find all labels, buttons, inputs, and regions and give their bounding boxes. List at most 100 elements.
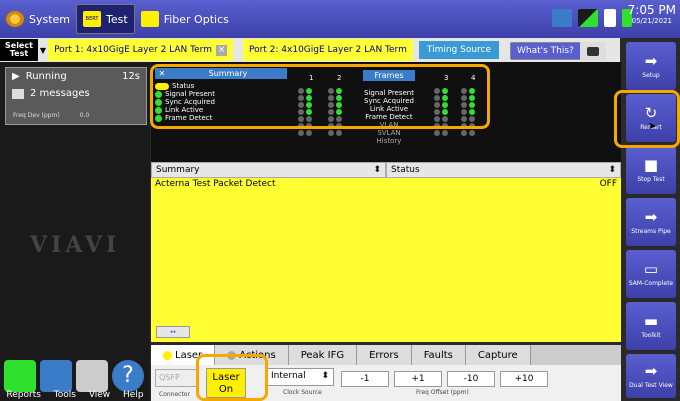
streams-pipe-button[interactable]: ➡ Streams Pipe	[626, 198, 676, 246]
help-label[interactable]: Help	[123, 390, 144, 400]
laser-dot-icon	[163, 350, 172, 360]
arrow-right-icon: ➡	[644, 207, 658, 226]
row-label: Acterna Test Packet Detect	[155, 179, 276, 189]
toolbox-icon: ▬	[643, 311, 659, 330]
led-icon	[306, 130, 312, 136]
frames-label: History	[376, 137, 402, 145]
network-icon[interactable]	[578, 9, 598, 27]
led-icon	[298, 130, 304, 136]
chevron-updown-icon: ⬍	[608, 165, 616, 175]
system-label: System	[29, 12, 71, 26]
tab-port2[interactable]: Port 2: 4x10GigE Layer 2 LAN Term	[242, 39, 413, 61]
status-dropdown[interactable]: Status ⬍	[386, 162, 621, 178]
viavi-logo: VIAVI	[30, 232, 121, 258]
tools-icon[interactable]	[40, 360, 72, 392]
clock-source-select[interactable]: Internal ⬍	[266, 368, 334, 386]
stop-test-button[interactable]: ■ Stop Test	[626, 146, 676, 194]
led-icon	[461, 130, 467, 136]
status-box[interactable]: ▶ Running 12s 2 messages Freq Dev (ppm) …	[5, 67, 147, 125]
summary-col-label: Summary	[156, 165, 200, 175]
window-icon: ▭	[643, 259, 659, 278]
chevron-updown-icon: ⬍	[373, 165, 381, 175]
bert-icon: BERT	[83, 11, 102, 27]
freq-dev-value: 0.0	[79, 112, 90, 119]
toolkit-label: Toolkit	[641, 331, 661, 339]
test-label: Test	[106, 12, 128, 26]
chevron-down-icon[interactable]: ▼	[40, 46, 46, 55]
status-col-label: Status	[391, 165, 420, 175]
led-icon	[442, 130, 448, 136]
reports-label[interactable]: Reports	[6, 390, 41, 400]
stop-label: Stop Test	[637, 175, 665, 183]
pager-icon[interactable]: ⬩⬩	[156, 326, 190, 338]
led-icon	[469, 130, 475, 136]
freq-plus10-button[interactable]: +10	[500, 371, 548, 387]
close-icon[interactable]: ×	[215, 44, 227, 56]
fiber-icon	[140, 11, 159, 27]
tab-label: Errors	[369, 349, 399, 361]
table-row: Acterna Test Packet Detect OFF	[151, 178, 621, 190]
results-table: Summary ⬍ Status ⬍ Acterna Test Packet D…	[151, 162, 621, 342]
tab-capture[interactable]: Capture	[465, 345, 531, 365]
clock-source-label: Clock Source	[283, 389, 322, 396]
run-status: Running	[25, 71, 67, 82]
freq-minus1-button[interactable]: -1	[341, 371, 389, 387]
tab-label: Capture	[477, 349, 518, 361]
tab-port1[interactable]: Port 1: 4x10GigE Layer 2 LAN Term ×	[48, 39, 233, 61]
tab-peak-ifg[interactable]: Peak IFG	[288, 345, 358, 365]
system-menu[interactable]: System	[0, 4, 76, 34]
top-bar: System BERT Test Fiber Optics 7:05 PM 05…	[0, 0, 680, 38]
chevron-updown-icon: ⬍	[321, 371, 329, 381]
tab-faults[interactable]: Faults	[411, 345, 466, 365]
view-icon[interactable]	[76, 360, 108, 392]
led-icon	[434, 130, 440, 136]
play-icon: ▶	[12, 71, 20, 82]
elapsed-time: 12s	[122, 71, 140, 82]
whats-this-button[interactable]: What's This?	[510, 42, 581, 60]
test-menu[interactable]: BERT Test	[76, 4, 135, 34]
tab-label: Peak IFG	[300, 349, 345, 361]
arrow-right-icon: ➡	[644, 361, 658, 380]
highlight-box	[614, 90, 680, 148]
highlight-box	[150, 64, 490, 129]
select-test-button[interactable]: Select Test	[0, 39, 38, 61]
sam-label: SAM-Complete	[628, 279, 674, 287]
reports-icon[interactable]	[4, 360, 36, 392]
connector-select[interactable]: QSFP	[155, 369, 197, 387]
camera-icon[interactable]	[580, 42, 606, 60]
tab-timing-source[interactable]: Timing Source	[418, 41, 500, 59]
setup-label: Setup	[642, 71, 660, 79]
tab-label: Faults	[423, 349, 453, 361]
stop-icon: ■	[643, 155, 659, 174]
frames-label: SVLAN	[377, 129, 401, 137]
connector-label: Connector	[159, 391, 190, 398]
dual-test-view-button[interactable]: ➡ Dual Test View	[626, 354, 676, 398]
tools-label[interactable]: Tools	[54, 390, 76, 400]
message-icon	[12, 88, 24, 99]
led-icon	[328, 130, 334, 136]
left-panel: ▶ Running 12s 2 messages Freq Dev (ppm) …	[0, 62, 150, 401]
streams-label: Streams Pipe	[631, 227, 671, 235]
speaker-icon[interactable]	[604, 9, 616, 27]
setup-button[interactable]: ➡ Setup	[626, 42, 676, 90]
toolkit-button[interactable]: ▬ Toolkit	[626, 302, 676, 350]
sam-complete-button[interactable]: ▭ SAM-Complete	[626, 250, 676, 298]
messages-count: 2 messages	[30, 88, 90, 99]
row-value: OFF	[599, 179, 617, 189]
freq-plus1-button[interactable]: +1	[394, 371, 442, 387]
help-icon[interactable]: ?	[112, 360, 144, 392]
view-label[interactable]: View	[89, 390, 110, 400]
port1-label: Port 1: 4x10GigE Layer 2 LAN Term	[54, 45, 212, 55]
port2-label: Port 2: 4x10GigE Layer 2 LAN Term	[248, 45, 407, 55]
clock: 7:05 PM 05/21/2021	[628, 3, 676, 25]
fiber-optics-menu[interactable]: Fiber Optics	[135, 4, 235, 34]
freq-minus10-button[interactable]: -10	[447, 371, 495, 387]
clock-date: 05/21/2021	[631, 17, 672, 25]
tab-errors[interactable]: Errors	[357, 345, 412, 365]
summary-dropdown[interactable]: Summary ⬍	[151, 162, 386, 178]
mouse-cursor-icon: ➤	[648, 121, 657, 132]
clock-source-value: Internal	[271, 371, 306, 381]
fiber-label: Fiber Optics	[163, 12, 229, 26]
freq-dev-label: Freq Dev (ppm)	[13, 112, 60, 119]
vnc-icon[interactable]	[552, 9, 572, 27]
